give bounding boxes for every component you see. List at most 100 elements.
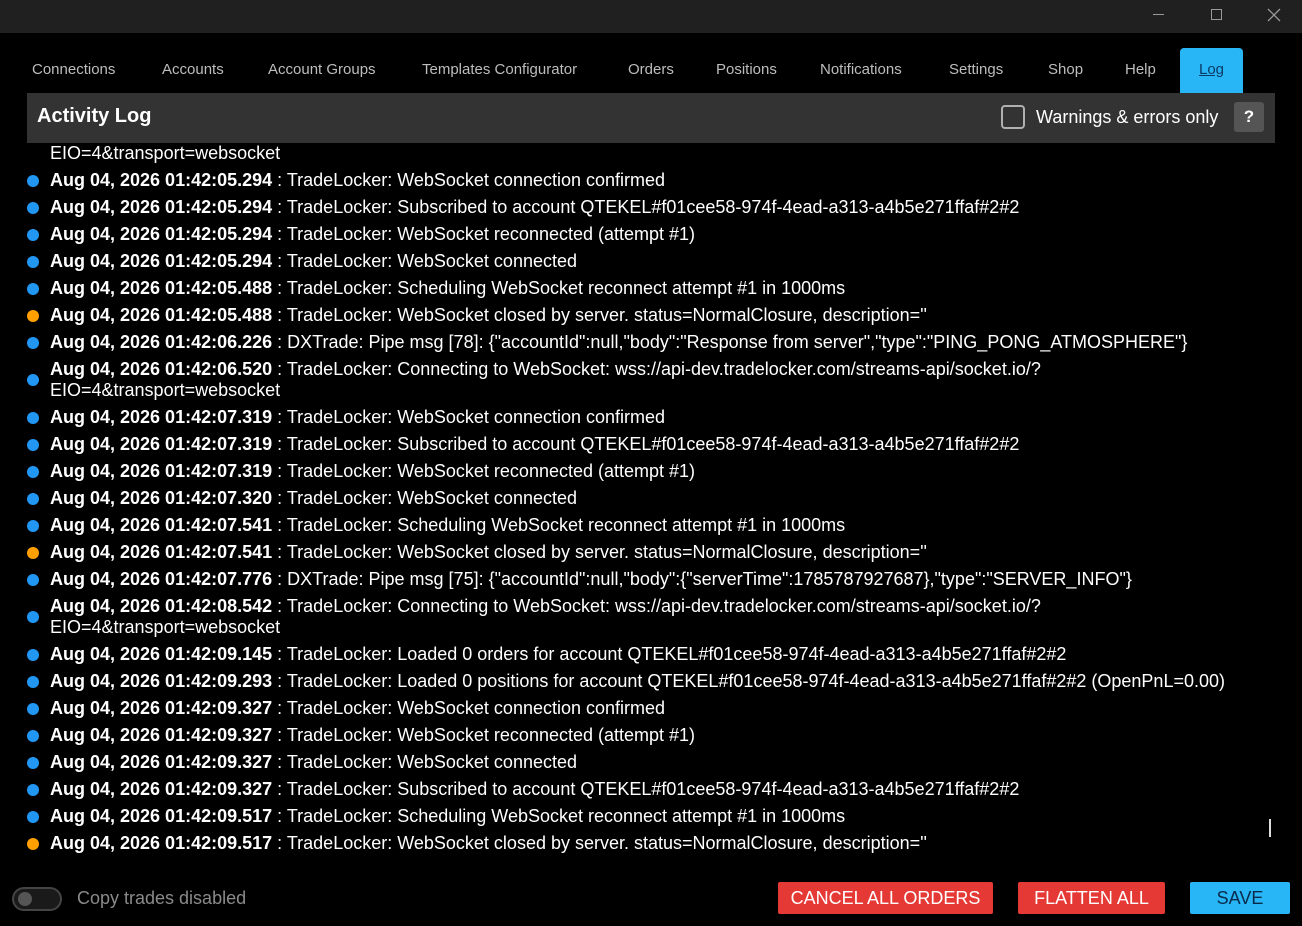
save-button[interactable]: SAVE — [1190, 882, 1290, 914]
info-dot-icon — [27, 255, 39, 268]
log-timestamp: Aug 04, 2026 01:42:07.319 — [50, 434, 273, 454]
log-entry: Aug 04, 2026 01:42:09.327 : TradeLocker:… — [0, 749, 1302, 776]
log-message: : TradeLocker: Scheduling WebSocket reco… — [272, 278, 846, 298]
close-icon — [1267, 8, 1281, 21]
log-message: : TradeLocker: WebSocket closed by serve… — [272, 305, 927, 325]
log-message: : TradeLocker: WebSocket reconnected (at… — [272, 461, 696, 481]
log-timestamp: Aug 04, 2026 01:42:07.319 — [50, 407, 273, 427]
info-dot-icon — [27, 174, 39, 187]
info-dot-icon — [27, 282, 39, 295]
info-dot-icon — [27, 374, 39, 386]
log-message: : TradeLocker: Loaded 0 positions for ac… — [272, 671, 1225, 691]
log-message: : TradeLocker: Subscribed to account QTE… — [272, 434, 1020, 454]
log-entry: Aug 04, 2026 01:42:07.541 : TradeLocker:… — [0, 539, 1302, 566]
log-message: : TradeLocker: WebSocket connected — [272, 752, 577, 772]
log-entry: Aug 04, 2026 01:42:07.319 : TradeLocker:… — [0, 458, 1302, 485]
log-entry: Aug 04, 2026 01:42:09.327 : TradeLocker:… — [0, 776, 1302, 803]
log-message: : TradeLocker: Loaded 0 orders for accou… — [272, 644, 1067, 664]
log-timestamp: Aug 04, 2026 01:42:09.327 — [50, 725, 273, 745]
tab-shop[interactable]: Shop — [1048, 48, 1083, 93]
log-message: : TradeLocker: WebSocket closed by serve… — [272, 542, 927, 562]
log-message: : TradeLocker: WebSocket closed by serve… — [272, 833, 927, 853]
log-timestamp: Aug 04, 2026 01:42:09.327 — [50, 779, 273, 799]
log-timestamp: Aug 04, 2026 01:42:07.320 — [50, 488, 273, 508]
log-entry: Aug 04, 2026 01:42:05.294 : TradeLocker:… — [0, 248, 1302, 275]
log-message: : TradeLocker: WebSocket connection conf… — [272, 407, 666, 427]
log-entry: Aug 04, 2026 01:42:07.541 : TradeLocker:… — [0, 512, 1302, 539]
tab-orders[interactable]: Orders — [628, 48, 674, 93]
log-entry: EIO=4&transport=websocket — [0, 143, 1302, 167]
window-titlebar — [0, 0, 1302, 33]
tab-log[interactable]: Log — [1180, 48, 1243, 93]
log-timestamp: Aug 04, 2026 01:42:05.294 — [50, 224, 273, 244]
info-dot-icon — [27, 648, 39, 661]
tab-connections[interactable]: Connections — [32, 48, 115, 93]
log-entry: Aug 04, 2026 01:42:06.520 : TradeLocker:… — [0, 356, 1110, 404]
info-dot-icon — [27, 336, 39, 349]
info-dot-icon — [27, 201, 39, 214]
log-message: : TradeLocker: Subscribed to account QTE… — [272, 197, 1020, 217]
log-message: : TradeLocker: WebSocket connected — [272, 488, 577, 508]
info-dot-icon — [27, 465, 39, 478]
log-message: : DXTrade: Pipe msg [75]: {"accountId":n… — [272, 569, 1132, 589]
log-entry: Aug 04, 2026 01:42:05.294 : TradeLocker:… — [0, 194, 1302, 221]
log-entry: Aug 04, 2026 01:42:09.327 : TradeLocker:… — [0, 722, 1302, 749]
info-dot-icon — [27, 228, 39, 241]
log-message: : TradeLocker: WebSocket reconnected (at… — [272, 725, 696, 745]
warning-dot-icon — [27, 546, 39, 559]
log-timestamp: Aug 04, 2026 01:42:06.226 — [50, 332, 273, 352]
log-entry: Aug 04, 2026 01:42:05.488 : TradeLocker:… — [0, 302, 1302, 329]
log-entry: Aug 04, 2026 01:42:09.145 : TradeLocker:… — [0, 641, 1302, 668]
log-entry: Aug 04, 2026 01:42:09.517 : TradeLocker:… — [0, 830, 1302, 857]
tab-account-groups[interactable]: Account Groups — [268, 48, 376, 93]
log-entry: Aug 04, 2026 01:42:09.293 : TradeLocker:… — [0, 668, 1302, 695]
flatten-all-button[interactable]: FLATTEN ALL — [1018, 882, 1165, 914]
close-button[interactable] — [1245, 0, 1302, 29]
log-timestamp: Aug 04, 2026 01:42:05.488 — [50, 278, 273, 298]
tab-positions[interactable]: Positions — [716, 48, 777, 93]
tab-notifications[interactable]: Notifications — [820, 48, 902, 93]
warnings-only-checkbox[interactable] — [1001, 105, 1025, 129]
tab-help[interactable]: Help — [1125, 48, 1156, 93]
log-entry: Aug 04, 2026 01:42:05.488 : TradeLocker:… — [0, 275, 1302, 302]
page-title: Activity Log — [37, 105, 152, 127]
log-timestamp: Aug 04, 2026 01:42:07.776 — [50, 569, 273, 589]
tab-templates-configurator[interactable]: Templates Configurator — [422, 48, 577, 93]
warnings-only-label[interactable]: Warnings & errors only — [1036, 107, 1218, 128]
log-message: : TradeLocker: WebSocket connection conf… — [272, 170, 666, 190]
info-dot-icon — [27, 729, 39, 742]
log-timestamp: Aug 04, 2026 01:42:07.541 — [50, 542, 273, 562]
log-entry: Aug 04, 2026 01:42:05.294 : TradeLocker:… — [0, 167, 1302, 194]
info-dot-icon — [27, 492, 39, 505]
log-message: : TradeLocker: Subscribed to account QTE… — [272, 779, 1020, 799]
log-message: : TradeLocker: Scheduling WebSocket reco… — [272, 515, 846, 535]
maximize-button[interactable] — [1187, 0, 1245, 29]
log-timestamp: Aug 04, 2026 01:42:05.294 — [50, 251, 273, 271]
log-timestamp: Aug 04, 2026 01:42:09.293 — [50, 671, 273, 691]
activity-log-header: Activity Log Warnings & errors only ? — [27, 93, 1275, 143]
info-dot-icon — [27, 675, 39, 688]
info-dot-icon — [27, 411, 39, 424]
log-entry: Aug 04, 2026 01:42:09.327 : TradeLocker:… — [0, 695, 1302, 722]
log-timestamp: Aug 04, 2026 01:42:07.319 — [50, 461, 273, 481]
info-dot-icon — [27, 611, 39, 623]
maximize-icon — [1210, 9, 1222, 20]
log-entry: Aug 04, 2026 01:42:08.542 : TradeLocker:… — [0, 593, 1110, 641]
log-timestamp: Aug 04, 2026 01:42:09.517 — [50, 833, 273, 853]
cancel-all-orders-button[interactable]: CANCEL ALL ORDERS — [778, 882, 993, 914]
log-timestamp: Aug 04, 2026 01:42:07.541 — [50, 515, 273, 535]
info-dot-icon — [27, 783, 39, 796]
tab-accounts[interactable]: Accounts — [162, 48, 224, 93]
log-timestamp: Aug 04, 2026 01:42:06.520 — [50, 359, 273, 379]
copy-trades-toggle[interactable] — [12, 887, 62, 911]
log-entry: Aug 04, 2026 01:42:09.517 : TradeLocker:… — [0, 803, 1302, 830]
log-message: : TradeLocker: Scheduling WebSocket reco… — [272, 806, 846, 826]
log-timestamp: Aug 04, 2026 01:42:08.542 — [50, 596, 273, 616]
info-dot-icon — [27, 519, 39, 532]
tab-settings[interactable]: Settings — [949, 48, 1003, 93]
activity-log-list[interactable]: EIO=4&transport=websocket Aug 04, 2026 01… — [0, 143, 1302, 858]
minimize-button[interactable] — [1129, 0, 1187, 29]
toggle-knob — [18, 892, 32, 906]
help-button[interactable]: ? — [1234, 102, 1264, 132]
scrollbar-thumb[interactable] — [1269, 819, 1271, 837]
